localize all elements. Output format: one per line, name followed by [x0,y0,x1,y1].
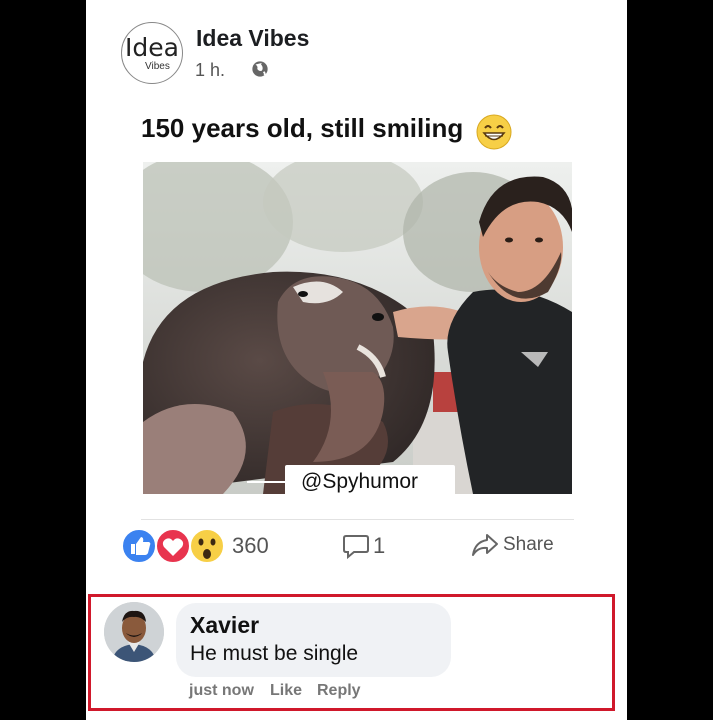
photo-tortoise-selfie [143,162,572,494]
comment-author[interactable]: Xavier [190,612,259,639]
comment-count[interactable]: 1 [373,533,385,559]
post-text: 150 years old, still smiling [141,113,464,143]
logo-text-sub: Vibes [145,61,170,72]
reaction-count[interactable]: 360 [232,533,269,559]
page-avatar[interactable]: Idea Vibes [121,22,183,84]
reaction-icons[interactable] [121,527,227,565]
comment-like-button[interactable]: Like [270,682,302,700]
page-name[interactable]: Idea Vibes [196,25,309,52]
wow-icon [189,528,225,564]
stats-divider [141,519,574,520]
love-icon [155,528,191,564]
share-button[interactable]: Share [503,534,554,556]
post-timestamp[interactable]: 1 h. [195,60,225,81]
commenter-avatar[interactable] [104,602,164,662]
photo-watermark: @Spyhumor [285,465,455,498]
watermark-line [247,481,285,483]
comment-reply-button[interactable]: Reply [317,682,361,700]
globe-icon [252,61,268,77]
commenter-photo [104,602,164,662]
comment-time[interactable]: just now [189,682,254,700]
share-icon[interactable] [470,531,500,559]
grinning-face-emoji-icon [476,114,512,150]
logo-text-main: Idea [125,33,179,62]
post-photo[interactable] [143,162,572,494]
comment-icon[interactable] [342,531,370,561]
like-icon [121,528,157,564]
comment-text: He must be single [190,642,359,665]
